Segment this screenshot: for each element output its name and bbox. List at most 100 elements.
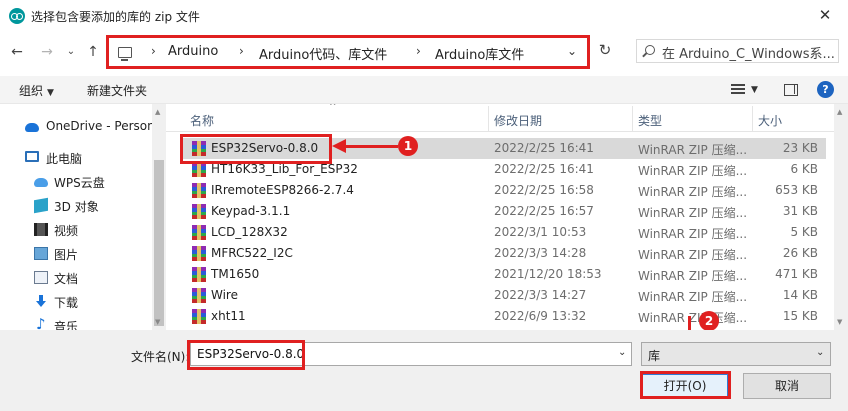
file-row[interactable]: TM1650 2021/12/20 18:53 WinRAR ZIP 压缩...… — [180, 264, 826, 285]
wps-cloud-icon — [34, 178, 48, 187]
address-dropdown[interactable]: ⌄ — [567, 44, 577, 58]
sidebar-item-videos[interactable]: 视频 — [0, 218, 152, 242]
file-row[interactable]: LCD_128X32 2022/3/1 10:53 WinRAR ZIP 压缩.… — [180, 222, 826, 243]
winrar-zip-icon — [192, 183, 206, 198]
file-list-scrollbar[interactable]: ▲ ▼ — [834, 104, 848, 330]
file-name: Wire — [211, 288, 238, 302]
file-size: 26 KB — [782, 246, 818, 260]
sidebar-item-downloads[interactable]: 下载 — [0, 290, 152, 314]
arduino-icon — [9, 8, 25, 24]
new-folder-button[interactable]: 新建文件夹 — [87, 82, 147, 99]
sidebar-item-onedrive[interactable]: OneDrive - Person — [0, 115, 155, 139]
file-type: WinRAR ZIP 压缩... — [638, 143, 748, 157]
organize-label: 组织 — [19, 84, 44, 98]
column-header: ^ 名称 修改日期 类型 大小 — [166, 104, 848, 132]
sidebar-scrollbar[interactable]: ▲ ▼ — [152, 104, 166, 330]
column-divider[interactable] — [488, 106, 489, 132]
sidebar-item-this-pc[interactable]: 此电脑 — [0, 146, 152, 170]
sidebar-item-pictures[interactable]: 图片 — [0, 242, 152, 266]
recent-locations-dropdown[interactable]: ⌄ — [62, 43, 80, 61]
address-bar[interactable]: › Arduino › Arduino代码、库文件 › Arduino库文件 ⌄ — [106, 35, 590, 69]
sidebar-scroll-thumb[interactable] — [154, 160, 164, 326]
sidebar-item-documents[interactable]: 文档 — [0, 266, 152, 290]
file-size: 15 KB — [782, 309, 818, 323]
documents-icon — [34, 271, 48, 284]
scroll-down-icon[interactable]: ▼ — [155, 318, 160, 326]
file-type: WinRAR ZIP 压缩... — [638, 185, 748, 199]
close-button[interactable]: ✕ — [802, 0, 848, 32]
search-placeholder: 在 Arduino_C_Windows系... — [662, 47, 835, 62]
annotation-arrow-head — [332, 139, 346, 153]
sidebar-item-music[interactable]: 音乐 — [0, 314, 152, 330]
up-button[interactable]: ↑ — [84, 43, 102, 61]
command-toolbar: 组织 ▼ 新建文件夹 ▼ ? — [0, 76, 848, 104]
help-icon[interactable]: ? — [817, 81, 834, 98]
filename-dropdown[interactable]: ⌄ — [618, 347, 626, 358]
window-title: 选择包含要添加的库的 zip 文件 — [31, 10, 200, 24]
preview-pane-icon[interactable] — [784, 84, 798, 96]
breadcrumb-arduino[interactable]: Arduino — [168, 44, 218, 59]
file-type: WinRAR ZIP 压缩... — [638, 311, 748, 325]
sidebar-item-wps-cloud[interactable]: WPS云盘 — [0, 170, 152, 194]
file-date: 2022/2/25 16:41 — [494, 141, 594, 155]
winrar-zip-icon — [192, 288, 206, 303]
organize-button[interactable]: 组织 ▼ — [19, 82, 54, 99]
search-icon — [645, 45, 655, 55]
column-divider[interactable] — [752, 106, 753, 132]
column-name[interactable]: 名称 — [190, 112, 214, 129]
3d-objects-icon — [34, 197, 48, 214]
onedrive-icon — [25, 123, 39, 132]
winrar-zip-icon — [192, 225, 206, 240]
file-row[interactable]: Wire 2022/3/3 14:27 WinRAR ZIP 压缩... 14 … — [180, 285, 826, 306]
step-badge-1: 1 — [398, 136, 418, 156]
annotation-arrow-line — [346, 145, 398, 148]
column-size[interactable]: 大小 — [758, 112, 782, 129]
highlight-box-filename — [187, 340, 305, 370]
computer-icon — [118, 47, 132, 61]
file-size: 6 KB — [790, 162, 818, 176]
sidebar-item-3d-objects[interactable]: 3D 对象 — [0, 194, 152, 218]
file-size: 31 KB — [782, 204, 818, 218]
winrar-zip-icon — [192, 162, 206, 177]
chevron-down-icon[interactable]: ⌄ — [816, 347, 824, 358]
file-date: 2022/6/9 13:32 — [494, 309, 587, 323]
navigation-pane: OneDrive - Person 此电脑 WPS云盘 3D 对象 视频 图片 … — [0, 104, 166, 330]
column-date[interactable]: 修改日期 — [494, 112, 542, 129]
file-row[interactable]: IRremoteESP8266-2.7.4 2022/2/25 16:58 Wi… — [180, 180, 826, 201]
breadcrumb-arduino-code-libs[interactable]: Arduino代码、库文件 — [259, 44, 387, 63]
file-row[interactable]: MFRC522_I2C 2022/3/3 14:28 WinRAR ZIP 压缩… — [180, 243, 826, 264]
sidebar-item-label: 图片 — [54, 248, 79, 262]
column-type[interactable]: 类型 — [638, 112, 662, 129]
file-type-filter[interactable]: 库 — [641, 342, 831, 366]
navigation-bar: ← → ⌄ ↑ › Arduino › Arduino代码、库文件 › Ardu… — [0, 32, 848, 70]
file-date: 2022/2/25 16:41 — [494, 162, 594, 176]
video-icon — [34, 223, 48, 236]
file-date: 2021/12/20 18:53 — [494, 267, 602, 281]
sidebar-item-label: 视频 — [54, 224, 79, 238]
view-options-dropdown[interactable]: ▼ — [751, 85, 758, 95]
file-name: HT16K33_Lib_For_ESP32 — [211, 162, 358, 176]
winrar-zip-icon — [192, 267, 206, 282]
file-name: Keypad-3.1.1 — [211, 204, 291, 218]
column-divider[interactable] — [632, 106, 633, 132]
back-button[interactable]: ← — [8, 43, 26, 61]
search-input[interactable]: 在 Arduino_C_Windows系... — [636, 39, 839, 63]
scroll-up-icon[interactable]: ▲ — [837, 108, 842, 116]
sidebar-item-label: 下载 — [54, 296, 79, 310]
scroll-up-icon[interactable]: ▲ — [155, 108, 160, 116]
breadcrumb-arduino-libs[interactable]: Arduino库文件 — [435, 44, 524, 63]
view-options-icon[interactable] — [731, 84, 745, 96]
cancel-button[interactable]: 取消 — [743, 373, 831, 399]
sidebar-item-label: 音乐 — [54, 320, 79, 330]
scroll-down-icon[interactable]: ▼ — [837, 318, 842, 326]
forward-button[interactable]: → — [38, 43, 56, 61]
title-bar: 选择包含要添加的库的 zip 文件 ✕ — [0, 0, 848, 32]
file-type: WinRAR ZIP 压缩... — [638, 164, 748, 178]
file-row[interactable]: xht11 2022/6/9 13:32 WinRAR ZIP 压缩... 15… — [180, 306, 826, 327]
winrar-zip-icon — [192, 246, 206, 261]
refresh-button[interactable]: ↻ — [596, 41, 614, 59]
file-size: 14 KB — [782, 288, 818, 302]
step-badge-2: 2 — [699, 311, 719, 331]
file-row[interactable]: Keypad-3.1.1 2022/2/25 16:57 WinRAR ZIP … — [180, 201, 826, 222]
file-type: WinRAR ZIP 压缩... — [638, 227, 748, 241]
